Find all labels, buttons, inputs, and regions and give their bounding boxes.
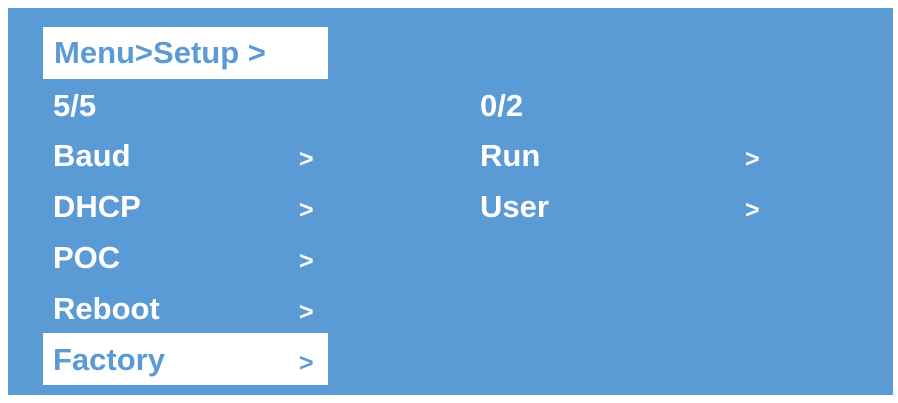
menu-item-label: Factory — [53, 342, 165, 377]
menu-item-label: Run — [480, 138, 541, 173]
chevron-right-icon: > — [299, 145, 314, 173]
right-page-indicator: 0/2 — [480, 88, 524, 123]
chevron-right-icon: > — [299, 349, 314, 377]
menu-item-label: Baud — [53, 138, 131, 173]
chevron-right-icon: > — [745, 196, 760, 224]
breadcrumb: Menu>Setup > — [54, 35, 266, 70]
breadcrumb-highlight: Menu>Setup > — [43, 27, 328, 79]
menu-item-factory[interactable]: Factory > — [43, 333, 328, 385]
chevron-right-icon: > — [299, 247, 314, 275]
chevron-right-icon: > — [299, 298, 314, 326]
menu-item-label: Reboot — [53, 291, 160, 326]
left-page-indicator: 5/5 — [53, 88, 97, 123]
menu-item-label: DHCP — [53, 189, 141, 224]
chevron-right-icon: > — [745, 145, 760, 173]
osd-menu-screen: Menu>Setup > 5/5 Baud > DHCP > POC > Reb… — [8, 8, 893, 395]
menu-item-label: POC — [53, 240, 121, 275]
menu-item-label: User — [480, 189, 549, 224]
chevron-right-icon: > — [299, 196, 314, 224]
